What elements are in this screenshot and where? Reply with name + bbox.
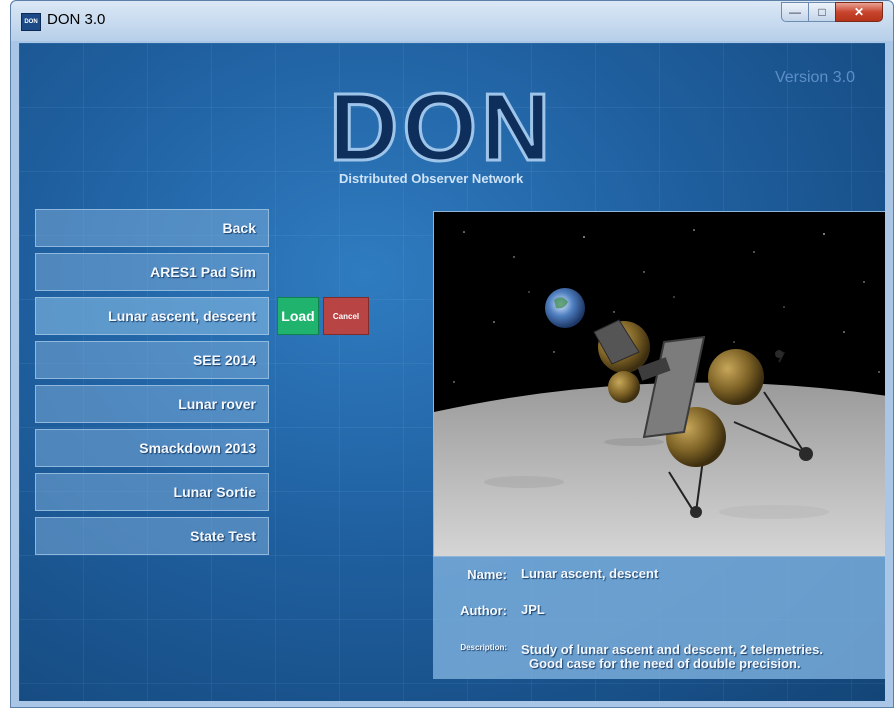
scenario-preview-image bbox=[433, 211, 885, 557]
name-label: Name: bbox=[467, 567, 507, 582]
close-button[interactable]: ✕ bbox=[835, 2, 883, 22]
logo-text: DON bbox=[327, 73, 555, 183]
menu-item-lunar-sortie[interactable]: Lunar Sortie bbox=[35, 473, 269, 511]
description-line-2: Good case for the need of double precisi… bbox=[529, 656, 801, 671]
author-value: JPL bbox=[521, 602, 545, 617]
close-icon: ✕ bbox=[853, 5, 865, 19]
menu-item-state-test[interactable]: State Test bbox=[35, 517, 269, 555]
scenario-menu: Back ARES1 Pad Sim Lunar ascent, descent… bbox=[35, 209, 269, 561]
menu-item-lunar-rover[interactable]: Lunar rover bbox=[35, 385, 269, 423]
window-controls: — □ ✕ bbox=[781, 2, 883, 24]
menu-item-lunar-ascent-descent[interactable]: Lunar ascent, descent bbox=[35, 297, 269, 335]
logo-subtitle: Distributed Observer Network bbox=[339, 171, 524, 186]
menu-item-see-2014[interactable]: SEE 2014 bbox=[35, 341, 269, 379]
version-label: Version 3.0 bbox=[774, 69, 855, 86]
name-value: Lunar ascent, descent bbox=[521, 566, 659, 581]
maximize-icon: □ bbox=[818, 5, 826, 19]
author-label: Author: bbox=[460, 603, 507, 618]
main-content: Version 3.0 DON Distributed Observer Net… bbox=[19, 43, 885, 701]
window-title: DON 3.0 bbox=[47, 11, 106, 28]
description-label: Description: bbox=[460, 643, 507, 652]
minimize-button[interactable]: — bbox=[781, 2, 809, 22]
maximize-button[interactable]: □ bbox=[808, 2, 836, 22]
menu-item-ares1-pad-sim[interactable]: ARES1 Pad Sim bbox=[35, 253, 269, 291]
lunar-lander-scene bbox=[434, 212, 885, 556]
load-button[interactable]: Load bbox=[277, 297, 319, 335]
app-icon: DON bbox=[21, 13, 41, 31]
cancel-button[interactable]: Cancel bbox=[323, 297, 369, 335]
title-bar[interactable]: DON DON 3.0 — □ ✕ bbox=[11, 1, 893, 41]
minimize-icon: — bbox=[789, 5, 801, 19]
description-line-1: Study of lunar ascent and descent, 2 tel… bbox=[521, 642, 823, 657]
don-logo: DON Distributed Observer Network bbox=[327, 73, 601, 191]
menu-item-smackdown-2013[interactable]: Smackdown 2013 bbox=[35, 429, 269, 467]
menu-item-back[interactable]: Back bbox=[35, 209, 269, 247]
scenario-details-panel: Name: Lunar ascent, descent Author: JPL … bbox=[433, 557, 885, 679]
app-window: DON DON 3.0 — □ ✕ Version 3.0 DON Distri… bbox=[10, 0, 894, 708]
